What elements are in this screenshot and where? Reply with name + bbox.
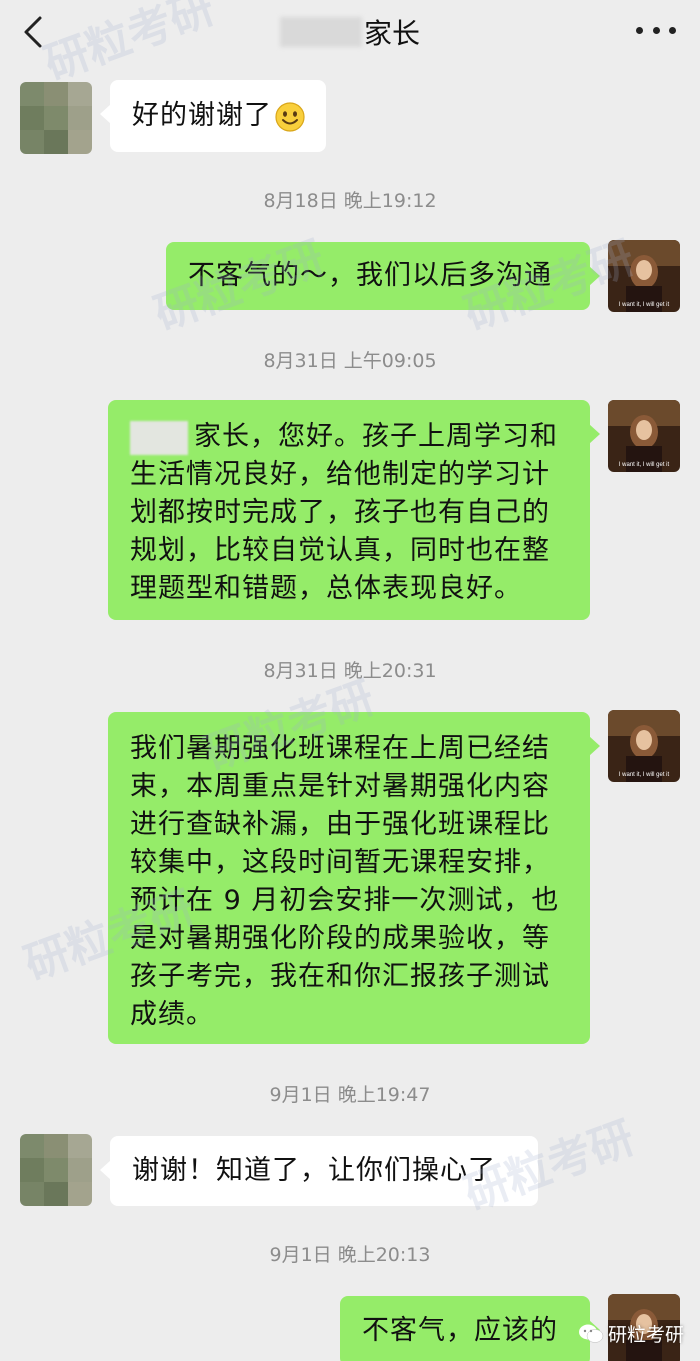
timestamp: 8月18日 晚上19:12 <box>263 190 437 212</box>
message-text: 好的谢谢了 <box>132 100 272 131</box>
smile-emoji-icon <box>275 101 305 132</box>
wechat-icon <box>578 1324 604 1343</box>
chat-title: 家长 <box>0 0 700 64</box>
message-bubble[interactable]: 家长，您好。孩子上周学习和 生活情况良好，给他制定的学习计 划都按时完成了，孩子… <box>108 400 600 620</box>
message-line: 束，本周重点是针对暑期强化内容 <box>130 771 550 802</box>
message-bubble[interactable]: 不客气，应该的 <box>340 1296 600 1361</box>
message-line: 预计在 9 月初会安排一次测试，也 <box>130 885 560 916</box>
chat-header: 家长 <box>0 0 700 64</box>
message-line: 我们暑期强化班课程在上周已经结 <box>130 733 550 764</box>
timestamp: 8月31日 晚上20:31 <box>263 660 437 682</box>
message-line: 是对暑期强化阶段的成果验收，等 <box>130 923 550 954</box>
message-line: 生活情况良好，给他制定的学习计 <box>130 459 550 490</box>
avatar-caption: I want it, I will get it <box>619 302 670 308</box>
avatar[interactable] <box>20 1134 92 1206</box>
timestamp: 9月1日 晚上20:13 <box>269 1244 431 1266</box>
message-line: 划都按时完成了，孩子也有自己的 <box>130 497 550 528</box>
source-watermark: 研粒考研 <box>578 1320 684 1347</box>
avatar-caption: I want it, I will get it <box>619 462 670 468</box>
message-bubble[interactable]: 好的谢谢了 <box>100 80 326 152</box>
blurred-contact-name <box>279 17 362 47</box>
avatar[interactable]: I want it, I will get it <box>608 400 680 472</box>
message-line: 进行查缺补漏，由于强化班课程比 <box>130 809 550 840</box>
avatar[interactable] <box>20 82 92 154</box>
timestamp: 9月1日 晚上19:47 <box>269 1084 431 1106</box>
chat-title-suffix: 家长 <box>363 17 420 50</box>
message-text: 不客气，应该的 <box>362 1315 558 1346</box>
source-watermark-label: 研粒考研 <box>607 1324 684 1346</box>
message-line: 理题型和错题，总体表现良好。 <box>130 573 522 604</box>
avatar[interactable]: I want it, I will get it <box>608 240 680 312</box>
message-text: 不客气的～，我们以后多沟通 <box>188 260 552 291</box>
blurred-contact-name <box>130 420 188 455</box>
avatar-caption: I want it, I will get it <box>619 772 670 778</box>
message-line: 较集中，这段时间暂无课程安排， <box>130 847 550 878</box>
timestamp: 8月31日 上午09:05 <box>263 350 437 372</box>
message-bubble[interactable]: 我们暑期强化班课程在上周已经结 束，本周重点是针对暑期强化内容 进行查缺补漏，由… <box>108 712 600 1044</box>
message-line: 家长，您好。孩子上周学习和 <box>194 421 558 452</box>
more-options-icon[interactable] <box>636 22 676 38</box>
message-line: 孩子考完，我在和你汇报孩子测试 <box>130 961 550 992</box>
message-line: 成绩。 <box>130 999 214 1030</box>
message-bubble[interactable]: 不客气的～，我们以后多沟通 <box>166 242 600 310</box>
message-line: 规划，比较自觉认真，同时也在整 <box>130 535 550 566</box>
avatar[interactable]: I want it, I will get it <box>608 710 680 782</box>
message-text: 谢谢！知道了，让你们操心了 <box>132 1155 496 1186</box>
message-bubble[interactable]: 谢谢！知道了，让你们操心了 <box>100 1136 538 1206</box>
